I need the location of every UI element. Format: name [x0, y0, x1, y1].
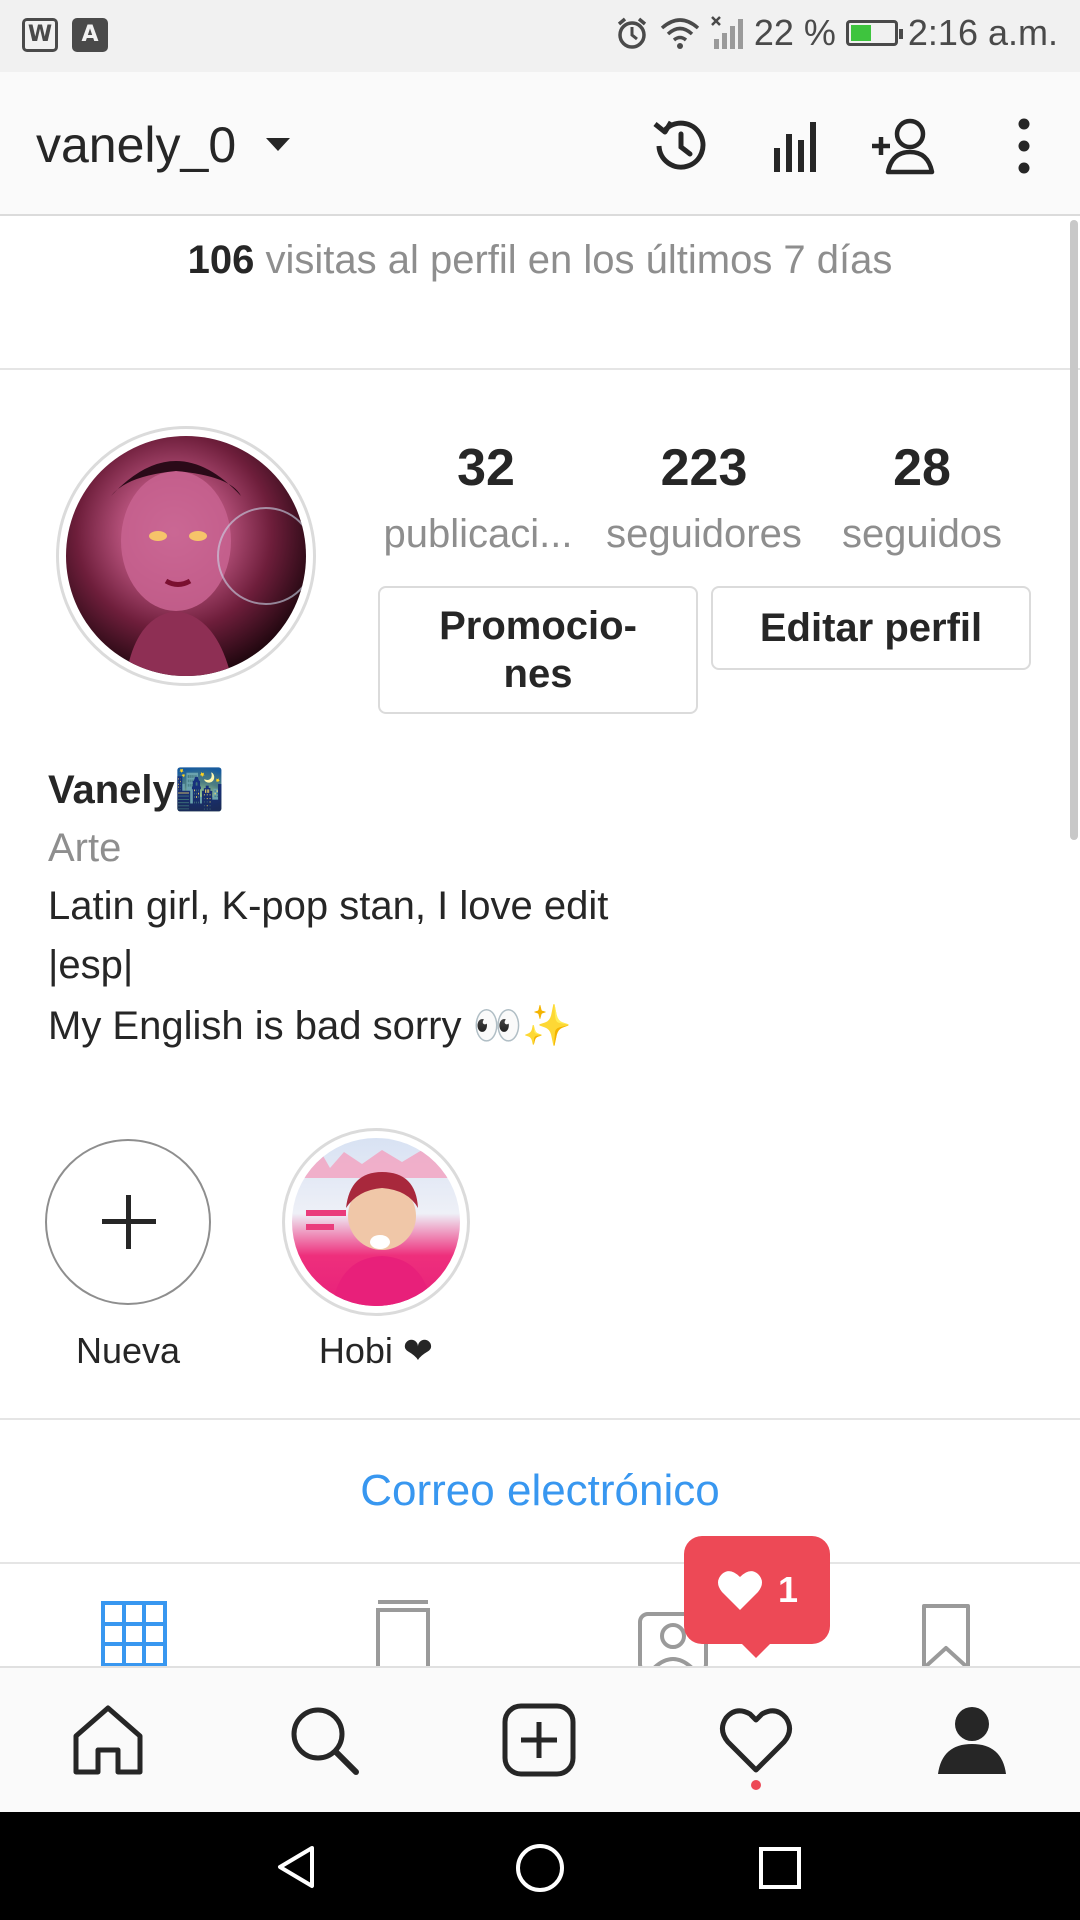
following-label[interactable]: seguidos [817, 512, 1027, 557]
plus-icon-vertical [126, 1195, 131, 1249]
scrollbar[interactable] [1070, 220, 1078, 840]
posts-count[interactable]: 32 [386, 438, 586, 498]
highlight-label-hobi[interactable]: Hobi ❤ [256, 1330, 496, 1372]
account-username[interactable]: vanely_0 [36, 116, 236, 174]
status-time: 2:16 a.m. [907, 12, 1058, 53]
app-notification-w-icon: W [22, 18, 58, 52]
status-right: 22 % 2:16 a.m. [614, 12, 1058, 54]
visits-count: 106 [187, 238, 255, 282]
bio-line: Latin girl, K-pop stan, I love edit [48, 884, 609, 928]
feed-view-icon[interactable] [372, 1598, 434, 1666]
search-icon[interactable] [284, 1700, 364, 1780]
followers-count[interactable]: 223 [604, 438, 804, 498]
tooltip-arrow [738, 1640, 774, 1658]
more-options-icon[interactable] [988, 110, 1060, 182]
following-count[interactable]: 28 [822, 438, 1022, 498]
account-switch-caret-icon[interactable] [266, 138, 290, 151]
highlight-hobi[interactable] [292, 1138, 460, 1306]
back-icon[interactable] [272, 1842, 322, 1892]
add-person-icon[interactable] [868, 110, 940, 182]
bio-line: My English is bad sorry 👀✨ [48, 1004, 573, 1048]
heart-icon [717, 1571, 762, 1610]
promotions-button[interactable]: Promocio- nes [378, 586, 698, 714]
divider [0, 368, 1080, 370]
profile-visits-summary[interactable]: 106 visitas al perfil en los últimos 7 d… [0, 238, 1080, 283]
history-icon[interactable] [645, 110, 717, 182]
bio-line: |esp| [48, 943, 134, 987]
edit-profile-button[interactable]: Editar perfil [711, 586, 1031, 670]
activity-heart-icon[interactable] [716, 1700, 796, 1780]
divider [0, 1418, 1080, 1420]
profile-avatar[interactable] [66, 436, 306, 676]
new-post-icon[interactable] [499, 1700, 579, 1780]
profile-display-name: Vanely🌃 [48, 768, 225, 812]
alarm-icon [617, 17, 646, 49]
highlight-label-new[interactable]: Nueva [8, 1330, 248, 1372]
activity-notification-dot [751, 1780, 761, 1790]
home-system-icon[interactable] [514, 1842, 566, 1894]
app-notification-a-icon: A [72, 18, 108, 52]
email-contact-button[interactable]: Correo electrónico [0, 1466, 1080, 1516]
saved-bookmark-icon[interactable] [920, 1602, 972, 1666]
wifi-icon [660, 18, 700, 49]
battery-icon [845, 20, 903, 46]
avatar-artwork [111, 461, 306, 676]
insights-icon[interactable] [758, 110, 830, 182]
followers-label[interactable]: seguidores [599, 512, 809, 557]
grid-view-icon[interactable] [100, 1600, 168, 1666]
notification-count: 1 [777, 1569, 799, 1610]
visits-text: visitas al perfil en los últimos 7 días [254, 238, 893, 282]
status-left-icons: W A [22, 18, 108, 52]
system-navigation-bar [0, 1812, 1080, 1920]
home-icon[interactable] [68, 1700, 148, 1780]
recents-icon[interactable] [756, 1844, 804, 1892]
battery-percentage: 22 % [753, 12, 836, 53]
profile-icon[interactable] [932, 1700, 1012, 1780]
highlight-artwork [302, 1150, 452, 1306]
activity-notification-tooltip[interactable]: 1 [684, 1536, 830, 1644]
posts-label[interactable]: publicaci... [373, 512, 583, 557]
profile-category: Arte [48, 826, 122, 870]
profile-content-tabs [0, 1564, 1080, 1666]
signal-icon [710, 16, 743, 49]
